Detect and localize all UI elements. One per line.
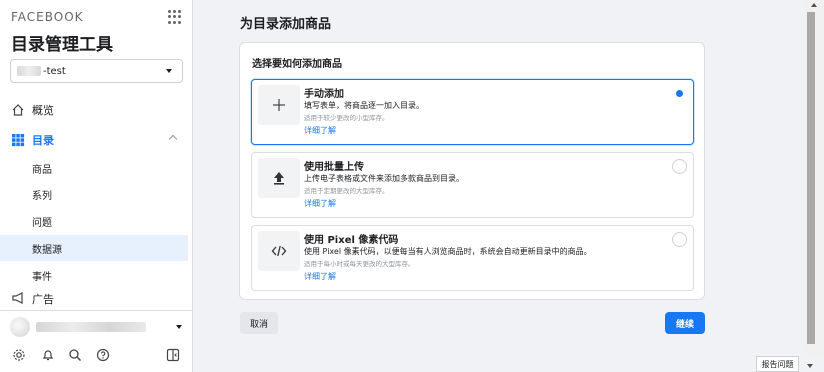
- search-icon[interactable]: [67, 347, 83, 363]
- sidebar: FACEBOOK 目录管理工具 -test 概览 目录 商品 系列 问题 数据源…: [0, 0, 193, 372]
- option-manual[interactable]: 手动添加 填写表单，将商品逐一加入目录。 适用于较少更改的小型库存。 详细了解: [251, 79, 694, 145]
- bell-icon[interactable]: [40, 347, 56, 363]
- report-problem-button[interactable]: 报告问题: [756, 356, 799, 372]
- learn-more-link[interactable]: 详细了解: [304, 125, 336, 136]
- option-hint: 适用于定期更改的大型库存。: [304, 187, 389, 195]
- account-name-redacted: [17, 66, 41, 76]
- option-description: 上传电子表格或文件来添加多款商品到目录。: [304, 174, 464, 183]
- option-description: 填写表单，将商品逐一加入目录。: [304, 101, 424, 110]
- option-title: 使用批量上传: [304, 162, 364, 173]
- sub-item-issues[interactable]: 问题: [0, 208, 188, 234]
- option-hint: 适用于较少更改的小型库存。: [304, 114, 389, 122]
- continue-button[interactable]: 继续: [665, 312, 705, 334]
- option-title: 使用 Pixel 像素代码: [304, 235, 399, 246]
- scrollbar[interactable]: [804, 0, 824, 356]
- upload-icon: [258, 158, 300, 198]
- sub-item-events[interactable]: 事件: [0, 262, 188, 288]
- nav-catalog-label: 目录: [32, 134, 54, 147]
- nav-ads-label: 广告: [32, 293, 54, 306]
- chevron-up-icon: [168, 134, 178, 144]
- help-icon[interactable]: [95, 347, 111, 363]
- collapse-sidebar-icon[interactable]: [165, 347, 181, 363]
- gear-icon[interactable]: [11, 347, 27, 363]
- nav-catalog[interactable]: 目录: [0, 127, 188, 153]
- account-selector[interactable]: -test: [10, 59, 183, 83]
- home-icon: [11, 103, 25, 117]
- nav-ads[interactable]: 广告: [0, 291, 188, 307]
- learn-more-link[interactable]: 详细了解: [304, 198, 336, 209]
- chevron-down-icon: [176, 325, 182, 329]
- card-title: 选择要如何添加商品: [252, 59, 342, 70]
- radio-unselected[interactable]: [672, 232, 687, 247]
- apps-grid-icon[interactable]: [168, 10, 182, 24]
- avatar: [10, 317, 30, 337]
- catalog-grid-icon: [11, 133, 25, 147]
- user-switcher[interactable]: [10, 317, 186, 337]
- sub-item-sets[interactable]: 系列: [0, 181, 188, 207]
- radio-unselected[interactable]: [672, 159, 687, 174]
- app-title: 目录管理工具: [11, 35, 113, 55]
- option-hint: 适用于每小时或每天更改的大型库存。: [304, 260, 415, 268]
- megaphone-icon: [11, 291, 25, 305]
- account-name-suffix: -test: [43, 65, 66, 77]
- scrollbar-thumb[interactable]: [807, 12, 815, 344]
- cancel-button[interactable]: 取消: [240, 312, 278, 334]
- scroll-up-arrow-icon[interactable]: [811, 3, 817, 7]
- sidebar-footer-divider: [0, 310, 193, 311]
- radio-selected[interactable]: [672, 86, 687, 101]
- user-name-redacted: [36, 322, 146, 332]
- page-title: 为目录添加商品: [240, 17, 332, 32]
- chevron-down-icon: [166, 69, 172, 73]
- option-pixel[interactable]: 使用 Pixel 像素代码 使用 Pixel 像素代码，以便每当有人浏览商品时，…: [251, 225, 694, 291]
- code-icon: [258, 231, 300, 271]
- learn-more-link[interactable]: 详细了解: [304, 271, 336, 282]
- sub-item-products[interactable]: 商品: [0, 155, 188, 181]
- nav-overview[interactable]: 概览: [0, 97, 188, 123]
- option-bulk-upload[interactable]: 使用批量上传 上传电子表格或文件来添加多款商品到目录。 适用于定期更改的大型库存…: [251, 152, 694, 218]
- brand-wordmark: FACEBOOK: [11, 10, 84, 24]
- sidebar-toolbar: [11, 347, 183, 365]
- scroll-down-arrow-icon[interactable]: [807, 364, 813, 368]
- nav-overview-label: 概览: [32, 104, 54, 117]
- plus-icon: [258, 85, 300, 125]
- option-description: 使用 Pixel 像素代码，以便每当有人浏览商品时，系统会自动更新目录中的商品。: [304, 247, 592, 256]
- add-products-card: 选择要如何添加商品 手动添加 填写表单，将商品逐一加入目录。 适用于较少更改的小…: [239, 42, 705, 300]
- option-title: 手动添加: [304, 89, 344, 100]
- sub-item-data-sources[interactable]: 数据源: [0, 235, 188, 261]
